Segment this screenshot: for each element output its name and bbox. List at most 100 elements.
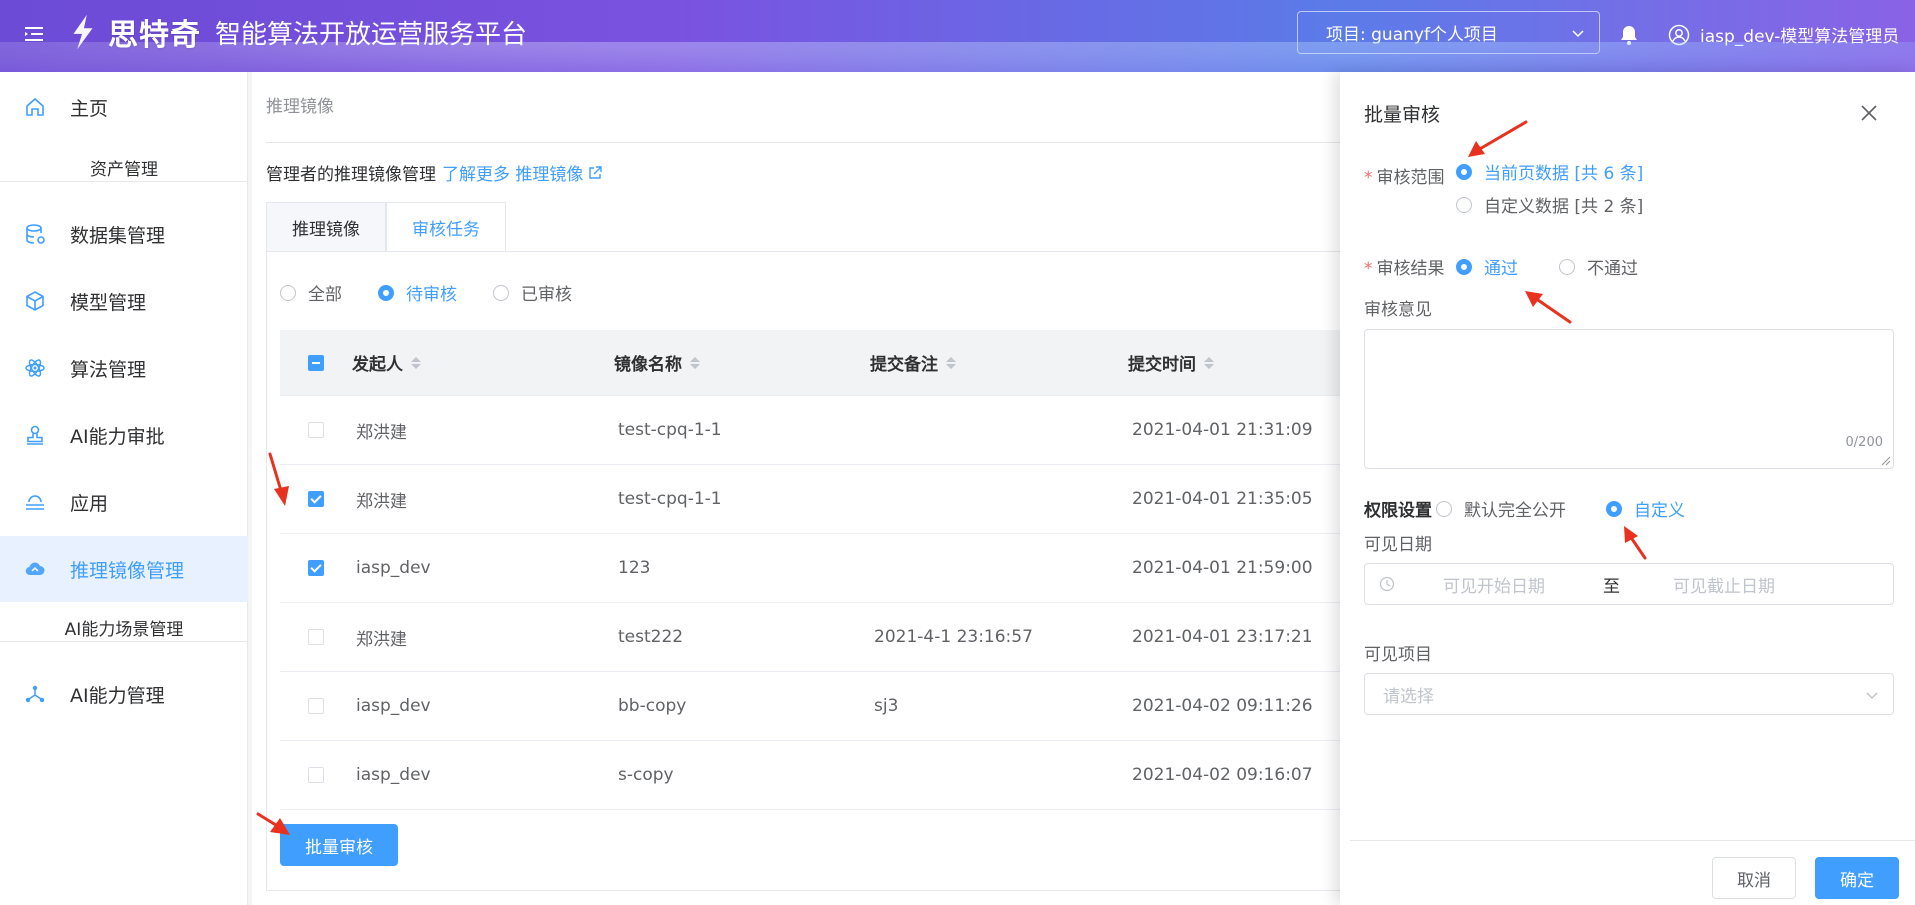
column-header-note[interactable]: 提交备注 bbox=[870, 350, 1128, 375]
result-fail-radio[interactable]: 不通过 bbox=[1559, 254, 1638, 279]
select-all-checkbox[interactable] bbox=[308, 354, 324, 371]
close-icon[interactable] bbox=[1860, 104, 1878, 122]
project-select-value: 项目: guanyf个人项目 bbox=[1326, 25, 1498, 45]
sidebar-item-ai-approval[interactable]: AI能力审批 bbox=[0, 402, 248, 468]
filter-pending[interactable]: 待审核 bbox=[378, 280, 457, 305]
table-row[interactable]: 郑洪建 test-cpq-1-1 2021-04-01 21:35:05 bbox=[280, 465, 1352, 534]
table-row[interactable]: 郑洪建 test222 2021-4-1 23:16:57 2021-04-01 23… bbox=[280, 603, 1352, 672]
cell-initiator: 郑洪建 bbox=[356, 629, 407, 650]
cell-initiator: iasp_dev bbox=[356, 696, 431, 716]
sidebar-item-datasets[interactable]: 数据集管理 bbox=[0, 201, 248, 267]
cell-note: sj3 bbox=[874, 696, 899, 716]
filter-reviewed[interactable]: 已审核 bbox=[493, 280, 572, 305]
visible-project-select[interactable]: 请选择 bbox=[1364, 673, 1894, 715]
sidebar-item-apps[interactable]: 应用 bbox=[0, 469, 248, 535]
perm-public-radio[interactable]: 默认完全公开 bbox=[1436, 496, 1566, 521]
sort-icon[interactable] bbox=[1204, 356, 1214, 369]
page-description: 管理者的推理镜像管理 了解更多 推理镜像 bbox=[266, 160, 603, 185]
cell-initiator: iasp_dev bbox=[356, 558, 431, 578]
row-checkbox[interactable] bbox=[308, 698, 324, 714]
sidebar-item-models[interactable]: 模型管理 bbox=[0, 268, 248, 334]
sidebar-item-algorithms[interactable]: 算法管理 bbox=[0, 335, 248, 401]
stamp-icon bbox=[27, 425, 43, 445]
project-select[interactable]: 项目: guanyf个人项目 bbox=[1297, 11, 1600, 54]
cell-time: 2021-04-01 21:31:09 bbox=[1132, 420, 1313, 440]
sidebar-group-assets: 资产管理 bbox=[0, 152, 248, 182]
tab-review-tasks[interactable]: 审核任务 bbox=[386, 202, 506, 252]
row-checkbox[interactable] bbox=[308, 629, 324, 645]
radio-label: 自定义 bbox=[1634, 501, 1685, 521]
table-row[interactable]: 郑洪建 test-cpq-1-1 2021-04-01 21:31:09 bbox=[280, 396, 1352, 465]
learn-more-label: 了解更多 推理镜像 bbox=[442, 165, 584, 185]
radio-dot bbox=[1559, 258, 1575, 275]
opinion-textarea[interactable]: 0/200 bbox=[1364, 329, 1894, 469]
filter-label: 全部 bbox=[308, 285, 342, 305]
table-row[interactable]: iasp_dev 123 2021-04-01 21:59:00 bbox=[280, 534, 1352, 603]
radio-dot bbox=[1456, 258, 1472, 275]
result-pass-radio[interactable]: 通过 bbox=[1456, 254, 1518, 279]
cell-time: 2021-04-02 09:11:26 bbox=[1132, 696, 1313, 716]
row-checkbox[interactable] bbox=[308, 767, 324, 783]
divider bbox=[266, 142, 1352, 143]
row-checkbox[interactable] bbox=[308, 422, 324, 438]
user-menu[interactable]: iasp_dev-模型算法管理员 bbox=[1668, 22, 1899, 47]
column-header-initiator[interactable]: 发起人 bbox=[352, 350, 614, 375]
menu-toggle-icon[interactable] bbox=[22, 22, 46, 46]
top-header: 思特奇 智能算法开放运营服务平台 项目: guanyf个人项目 iasp_dev… bbox=[0, 0, 1915, 72]
sort-icon[interactable] bbox=[946, 356, 956, 369]
radio-dot bbox=[1436, 500, 1452, 517]
scope-current-radio[interactable]: 当前页数据 [共 6 条] bbox=[1456, 159, 1643, 184]
cell-initiator: 郑洪建 bbox=[356, 422, 407, 443]
perm-custom-radio[interactable]: 自定义 bbox=[1606, 496, 1685, 521]
column-header-time[interactable]: 提交时间 bbox=[1128, 350, 1352, 375]
row-checkbox[interactable] bbox=[308, 491, 324, 507]
date-separator: 至 bbox=[1603, 576, 1620, 597]
filter-all[interactable]: 全部 bbox=[280, 280, 342, 305]
cell-image: 123 bbox=[618, 558, 651, 578]
sort-icon[interactable] bbox=[690, 356, 700, 369]
bell-icon[interactable] bbox=[1619, 24, 1639, 46]
column-label: 提交备注 bbox=[870, 355, 938, 375]
row-checkbox[interactable] bbox=[308, 560, 324, 576]
radio-dot bbox=[493, 284, 509, 301]
column-header-image[interactable]: 镜像名称 bbox=[614, 350, 870, 375]
batch-review-drawer: 批量审核 * 审核范围 当前页数据 [共 6 条] 自定义数据 [共 2 条] *… bbox=[1340, 72, 1915, 905]
tab-inference-images[interactable]: 推理镜像 bbox=[266, 202, 386, 252]
date-end-input[interactable]: 可见截止日期 bbox=[1673, 572, 1775, 597]
confirm-button[interactable]: 确定 bbox=[1815, 857, 1899, 899]
column-label: 镜像名称 bbox=[614, 355, 682, 375]
sidebar-item-home[interactable]: 主页 bbox=[0, 74, 248, 140]
sidebar-item-label: 算法管理 bbox=[70, 358, 147, 381]
date-start-input[interactable]: 可见开始日期 bbox=[1443, 572, 1593, 597]
brand-name: 思特奇 bbox=[108, 18, 201, 53]
cell-image: s-copy bbox=[618, 765, 674, 785]
table-body: 郑洪建 test-cpq-1-1 2021-04-01 21:31:09 郑洪建 tes… bbox=[280, 396, 1352, 810]
batch-review-button[interactable]: 批量审核 bbox=[280, 824, 398, 866]
cube-icon bbox=[26, 291, 44, 311]
sidebar-item-ai-manage[interactable]: AI能力管理 bbox=[0, 661, 248, 727]
cancel-button[interactable]: 取消 bbox=[1712, 857, 1796, 899]
cell-initiator: 郑洪建 bbox=[356, 491, 407, 512]
sidebar-item-inference-images[interactable]: 推理镜像管理 bbox=[0, 536, 248, 602]
result-label: * 审核结果 bbox=[1364, 259, 1445, 279]
chevron-down-icon bbox=[1866, 692, 1878, 700]
table-row[interactable]: iasp_dev bb-copy sj3 2021-04-02 09:11:26 bbox=[280, 672, 1352, 741]
radio-label: 默认完全公开 bbox=[1464, 501, 1566, 521]
cell-image: test-cpq-1-1 bbox=[618, 420, 722, 440]
resize-grip-icon[interactable] bbox=[1881, 456, 1891, 466]
clock-icon bbox=[1379, 576, 1395, 592]
column-label: 提交时间 bbox=[1128, 355, 1196, 375]
learn-more-link[interactable]: 了解更多 推理镜像 bbox=[442, 160, 603, 185]
radio-dot bbox=[280, 284, 296, 301]
sidebar-item-label: AI能力管理 bbox=[70, 684, 165, 707]
external-link-icon bbox=[589, 165, 603, 179]
visible-date-range[interactable]: 可见开始日期 至 可见截止日期 bbox=[1364, 563, 1894, 605]
table-row[interactable]: iasp_dev s-copy 2021-04-02 09:16:07 bbox=[280, 741, 1352, 810]
scope-custom-radio[interactable]: 自定义数据 [共 2 条] bbox=[1456, 192, 1643, 217]
description-text: 管理者的推理镜像管理 bbox=[266, 165, 436, 185]
sort-icon[interactable] bbox=[411, 356, 421, 369]
cell-image: test-cpq-1-1 bbox=[618, 489, 722, 509]
main-content: 推理镜像 管理者的推理镜像管理 了解更多 推理镜像 推理镜像 审核任务 全部 待… bbox=[252, 72, 1352, 905]
visible-project-label: 可见项目 bbox=[1364, 645, 1432, 665]
cell-image: test222 bbox=[618, 627, 684, 647]
